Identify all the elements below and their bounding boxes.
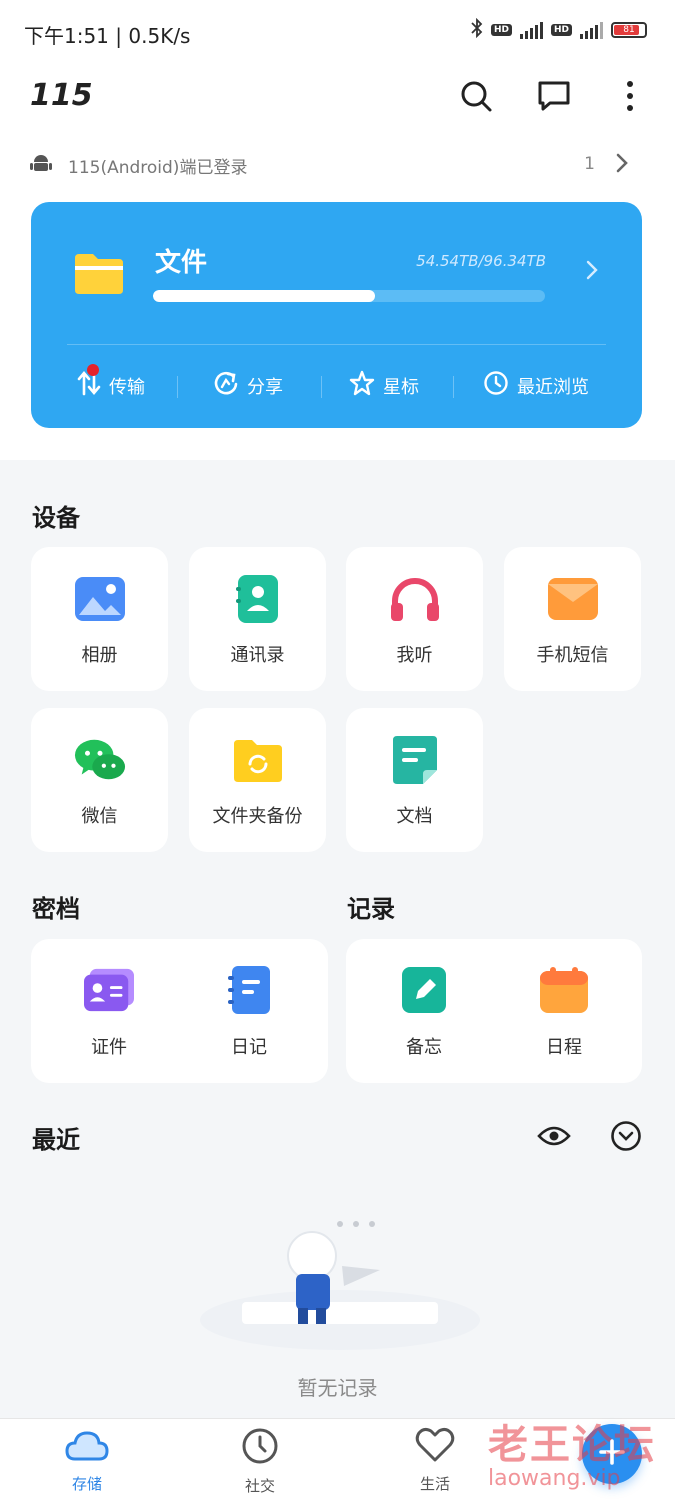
history-action[interactable]: 最近浏览 [483,370,589,401]
tile-document[interactable]: 文档 [346,708,483,852]
heart-icon [415,1427,455,1467]
status-icons: HD HD 81 [471,17,647,41]
signal-icon-2 [580,21,603,39]
app-title: 115 [30,78,93,113]
tile-wechat[interactable]: 微信 [31,708,168,852]
vault-item-id-card[interactable]: 证件 [39,939,179,1083]
hd-badge: HD [490,23,512,36]
folder-backup-icon [232,736,284,784]
share-icon [213,370,239,401]
login-text: 115(Android)端已登录 [68,157,248,178]
empty-illustration [180,1190,500,1360]
login-count: 1 [584,154,595,174]
sms-icon [547,575,599,623]
status-bar: 下午1:51 | 0.5K/s HD HD 81 [0,0,675,62]
status-left: 下午1:51 | 0.5K/s [24,24,191,48]
storage-usage: 54.54TB/96.34TB [416,252,546,270]
empty-text: 暂无记录 [297,1376,378,1400]
file-card[interactable]: 文件 54.54TB/96.34TB 传输 分享 星标 最近浏览 [31,202,642,428]
share-action[interactable]: 分享 [213,370,283,401]
status-time: 下午1:51 [24,24,109,48]
app-bar: 115 [0,62,675,132]
tile-sms[interactable]: 手机短信 [504,547,641,691]
battery-icon: 81 [611,21,647,38]
message-icon[interactable] [534,76,574,116]
folder-icon [73,250,125,300]
records-item-calendar[interactable]: 日程 [494,939,634,1083]
android-icon [30,152,52,179]
login-status-row[interactable]: 115(Android)端已登录 1 [30,148,645,182]
chevron-down-circle-icon[interactable] [608,1118,644,1154]
more-vertical-icon[interactable] [610,76,650,116]
file-title: 文件 [155,248,208,278]
recent-section-title: 最近 [32,1126,80,1154]
cloud-icon [65,1427,109,1467]
records-item-memo[interactable]: 备忘 [354,939,494,1083]
tile-contacts[interactable]: 通讯录 [189,547,326,691]
diary-icon [224,965,274,1015]
vault-item-diary[interactable]: 日记 [179,939,319,1083]
star-icon [349,370,375,401]
hd-badge-2: HD [550,23,572,36]
storage-progress-bar [153,290,545,302]
add-fab-button[interactable] [582,1424,642,1484]
chevron-right-icon [586,260,598,284]
devices-section-title: 设备 [32,504,80,532]
document-icon [389,736,441,784]
tab-storage[interactable]: 存储 [37,1427,137,1494]
search-icon[interactable] [456,76,496,116]
storage-progress-fill [153,290,375,302]
records-section-title: 记录 [347,895,395,923]
calendar-icon [539,965,589,1015]
transfer-action[interactable]: 传输 [77,364,145,401]
quick-actions: 传输 分享 星标 最近浏览 [31,364,642,406]
id-card-icon [84,965,134,1015]
chevron-right-icon [615,152,629,179]
tile-album[interactable]: 相册 [31,547,168,691]
plus-icon [598,1438,626,1470]
records-panel: 备忘 日程 [346,939,642,1083]
wechat-icon [74,736,126,784]
tile-folder-backup[interactable]: 文件夹备份 [189,708,326,852]
tab-life[interactable]: 生活 [385,1427,485,1494]
headphones-icon [389,575,441,623]
notification-badge [87,364,99,376]
tile-listen[interactable]: 我听 [346,547,483,691]
vault-section-title: 密档 [32,895,80,923]
history-icon [483,370,509,401]
vault-panel: 证件 日记 [31,939,328,1083]
clock-icon [241,1427,279,1469]
bottom-tab-bar: 存储 社交 生活 [0,1418,675,1500]
bluetooth-icon [471,17,483,41]
memo-icon [399,965,449,1015]
signal-icon [519,21,543,39]
star-action[interactable]: 星标 [349,370,419,401]
eye-icon[interactable] [536,1118,572,1154]
tab-social[interactable]: 社交 [210,1427,310,1496]
album-icon [74,575,126,623]
transfer-icon [77,364,101,401]
contacts-icon [232,575,284,623]
network-speed: 0.5K/s [128,24,191,48]
divider [67,344,606,345]
